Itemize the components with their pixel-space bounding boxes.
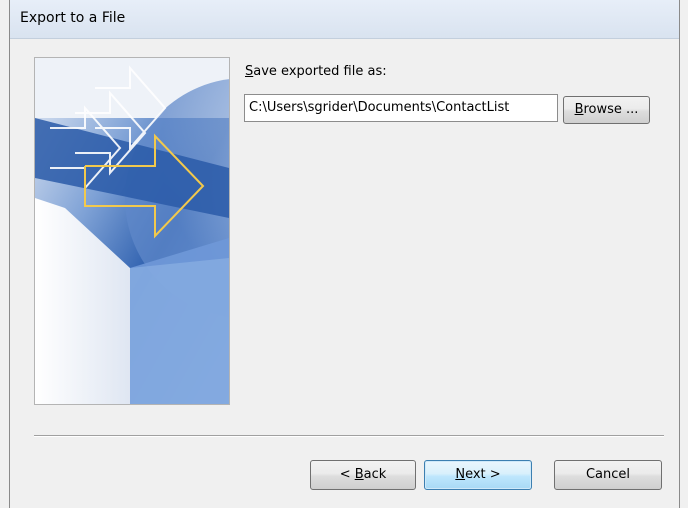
back-mnemonic: B <box>354 467 364 482</box>
back-prefix: < <box>339 467 355 482</box>
export-dialog: Export to a File Save exported file as: … <box>9 0 680 508</box>
export-arrows-illustration-icon <box>35 58 229 404</box>
next-mnemonic: N <box>455 467 466 482</box>
browse-rest: rowse ... <box>583 102 639 117</box>
next-rest: ext > <box>465 467 501 482</box>
wizard-illustration <box>34 57 230 405</box>
divider <box>34 435 664 437</box>
dialog-title: Export to a File <box>20 10 126 26</box>
file-path-input[interactable]: C:\Users\sgrider\Documents\ContactList <box>244 94 558 122</box>
cancel-button[interactable]: Cancel <box>554 460 662 490</box>
next-button[interactable]: Next > <box>424 460 532 490</box>
title-bar: Export to a File <box>10 0 679 39</box>
save-exported-file-label: Save exported file as: <box>245 64 387 79</box>
browse-button[interactable]: Browse ... <box>563 96 650 124</box>
back-rest: ack <box>363 467 387 482</box>
label-rest: ave exported file as: <box>253 64 387 79</box>
back-button[interactable]: < Back <box>310 460 416 490</box>
